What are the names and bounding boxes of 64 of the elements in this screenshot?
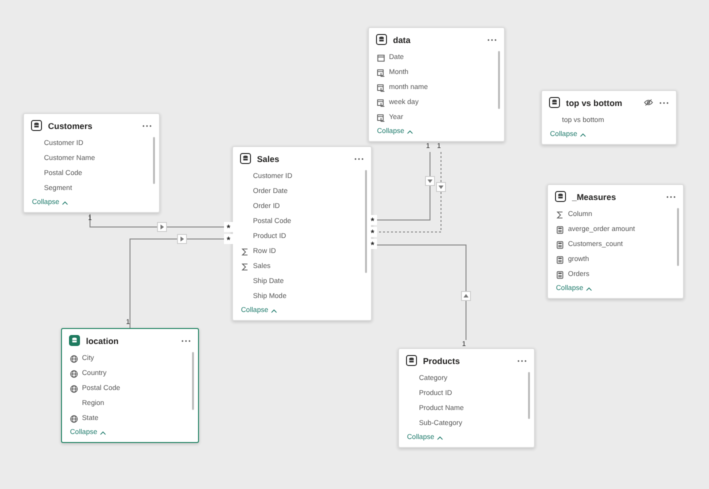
filter-direction-icon: [425, 176, 435, 186]
chevron-up-icon: [271, 308, 278, 312]
relationship-line[interactable]: [376, 152, 430, 220]
globe-icon: [70, 370, 78, 378]
cardinality-label: *: [368, 227, 377, 237]
globe-icon: [70, 414, 78, 422]
chevron-up-icon: [437, 436, 444, 440]
more-icon[interactable]: [142, 124, 152, 128]
chevron-up-icon: [580, 132, 586, 136]
relationship-line[interactable]: [130, 238, 224, 328]
calculator-icon: [556, 270, 564, 278]
more-icon[interactable]: [517, 358, 527, 362]
hierarchy-icon: [377, 68, 385, 76]
filter-direction-icon: [461, 291, 471, 301]
table-icon: [376, 34, 387, 45]
cardinality-label: *: [368, 239, 377, 249]
filter-direction-icon: [157, 222, 167, 232]
cardinality-label: *: [368, 215, 377, 225]
table-title: _Measures: [572, 192, 616, 202]
more-icon[interactable]: [354, 156, 364, 160]
more-icon[interactable]: [487, 38, 497, 42]
table-icon: [549, 97, 560, 108]
filter-direction-icon: [436, 182, 446, 192]
relationship-line[interactable]: [376, 152, 442, 232]
scrollbar[interactable]: [528, 372, 530, 418]
relationship-line[interactable]: [376, 244, 466, 340]
table-title: top vs bottom: [566, 98, 622, 108]
calculator-icon: [556, 256, 564, 264]
chevron-up-icon: [62, 200, 68, 204]
table-icon: [69, 335, 80, 346]
cardinality-label: *: [224, 222, 233, 232]
globe-icon: [70, 354, 78, 362]
cardinality-label: *: [224, 234, 233, 244]
table-title: Customers: [48, 120, 92, 130]
chevron-up-icon: [586, 286, 592, 290]
more-icon[interactable]: [666, 194, 676, 198]
hierarchy-icon: [377, 114, 385, 122]
scrollbar[interactable]: [153, 137, 155, 184]
table-title: Products: [423, 356, 460, 366]
scrollbar[interactable]: [365, 170, 367, 273]
hierarchy-icon: [377, 98, 385, 106]
table-icon: [31, 120, 42, 131]
more-icon[interactable]: [181, 338, 191, 342]
filter-direction-icon: [177, 234, 187, 244]
chevron-up-icon: [100, 430, 106, 434]
table-icon: [240, 153, 251, 164]
table-title: Sales: [257, 154, 280, 164]
hidden-eye-icon[interactable]: [644, 99, 653, 106]
sigma-icon: [556, 210, 564, 218]
table-icon: [555, 191, 566, 202]
table-icon: [406, 355, 417, 366]
calculator-icon: [556, 226, 564, 234]
calendar-icon: [377, 54, 385, 62]
hierarchy-icon: [377, 84, 385, 92]
scrollbar[interactable]: [677, 208, 679, 266]
relationship-line[interactable]: [90, 214, 224, 228]
globe-icon: [70, 384, 78, 392]
more-icon[interactable]: [659, 100, 669, 104]
scrollbar[interactable]: [498, 51, 500, 109]
scrollbar[interactable]: [192, 352, 194, 410]
table-title: data: [393, 34, 410, 44]
table-title: location: [86, 336, 119, 346]
chevron-up-icon: [407, 130, 414, 134]
calculator-icon: [556, 240, 564, 248]
